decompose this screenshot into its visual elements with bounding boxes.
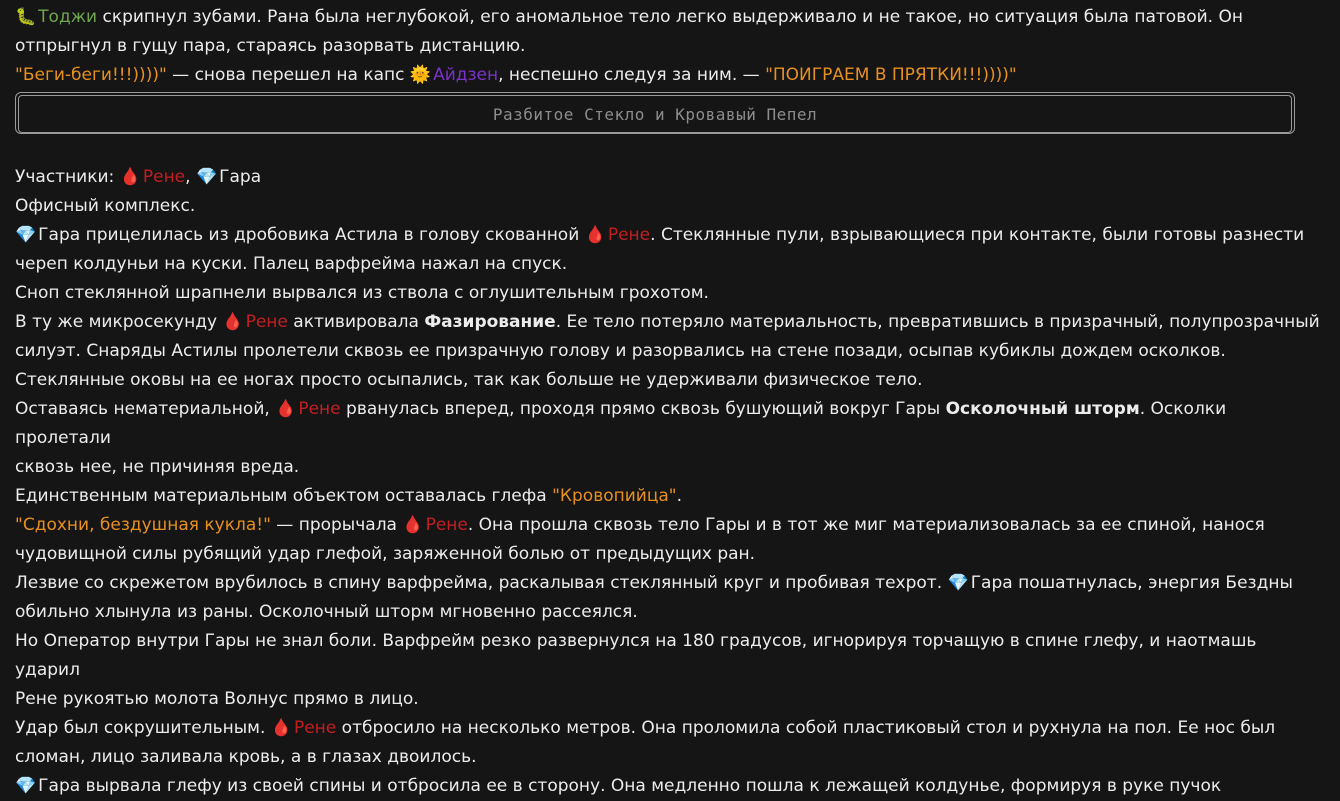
message-line: 💎 Гара прицелилась из дробовика Астила в … <box>15 221 1326 250</box>
scene-title: Разбитое Стекло и Кровавый Пепел <box>18 95 1292 133</box>
message-text: — прорычала <box>270 515 403 535</box>
character-name-gara[interactable]: Гара <box>38 225 80 245</box>
message-line: Офисный комплекс. <box>15 192 1326 221</box>
message-text: сквозь нее, не причиняя вреда. <box>15 457 300 477</box>
message-line: Лезвие со скрежетом врубилось в спину ва… <box>15 569 1326 598</box>
chat-log: 🐛 Тоджи скрипнул зубами. Рана была неглуб… <box>0 0 1340 801</box>
character-name-rene[interactable]: Рене <box>298 399 340 419</box>
message-text: Рене рукоятью молота Волнус прямо в лицо… <box>15 689 419 709</box>
message-line: отпрыгнул в гущу пара, стараясь разорват… <box>15 32 1326 61</box>
message-text: силуэт. Снаряды Астилы пролетели сквозь … <box>15 341 1226 361</box>
message-text: рванулась вперед, проходя прямо сквозь б… <box>340 399 946 419</box>
location-text: Офисный комплекс. <box>15 196 196 216</box>
message-line: сломан, лицо заливала кровь, а в глазах … <box>15 743 1326 772</box>
blood-drop-icon: 🩸 <box>119 167 141 187</box>
blood-drop-icon: 🩸 <box>222 312 244 332</box>
quote-text: "ПОИГРАЕМ В ПРЯТКИ!!!))))" <box>765 65 1017 85</box>
caterpillar-icon: 🐛 <box>15 7 37 27</box>
message-text: . <box>676 486 683 506</box>
message-line: 🐛 Тоджи скрипнул зубами. Рана была неглуб… <box>15 3 1326 32</box>
quote-text: "Кровопийца" <box>552 486 677 506</box>
character-name-rene[interactable]: Рене <box>246 312 288 332</box>
message-line: Участники: 🩸 Рене, 💎 Гара <box>15 163 1326 192</box>
message-text: Сноп стеклянной шрапнели вырвался из ств… <box>15 283 709 303</box>
message-text: прицелилась из дробовика Астила в голову… <box>80 225 585 245</box>
message-text: обильно хлынула из раны. Осколочный штор… <box>15 602 638 622</box>
character-name-rene[interactable]: Рене <box>426 515 468 535</box>
message-line: Единственным материальным объектом остав… <box>15 482 1326 511</box>
message-text: — снова перешел на капс <box>166 65 410 85</box>
gem-icon: 💎 <box>15 776 37 796</box>
message-text: чудовищной силы рубящий удар глефой, зар… <box>15 544 756 564</box>
message-text: пошатнулась, энергия Бездны <box>1012 573 1293 593</box>
message-text: Стеклянные оковы на ее ногах просто осып… <box>15 370 923 390</box>
message-line: череп колдуньи на куски. Палец варфрейма… <box>15 250 1326 279</box>
character-name-gara[interactable]: Гара <box>38 776 80 796</box>
message-text: . Она прошла сквозь тело Гары и в тот же… <box>467 515 1265 535</box>
message-text: . Ее тело потеряло материальность, превр… <box>555 312 1320 332</box>
message-text: скрипнул зубами. Рана была неглубокой, е… <box>97 7 1243 27</box>
character-name-rene[interactable]: Рене <box>294 718 336 738</box>
message-line: Удар был сокрушительным. 🩸 Рене отбросило… <box>15 714 1326 743</box>
message-text: вырвала глефу из своей спины и отбросила… <box>80 776 1222 796</box>
blood-drop-icon: 🩸 <box>402 515 424 535</box>
separator-comma: , <box>185 167 196 187</box>
scene-separator: Разбитое Стекло и Кровавый Пепел <box>15 92 1295 134</box>
message-text: Удар был сокрушительным. <box>15 718 271 738</box>
quote-text: "Сдохни, бездушная кукла!" <box>15 515 271 535</box>
blood-drop-icon: 🩸 <box>275 399 297 419</box>
sun-icon: 🌞 <box>409 65 432 85</box>
ability-name: Осколочный шторм <box>945 399 1140 419</box>
gem-icon: 💎 <box>15 225 37 245</box>
character-name-toji[interactable]: Тоджи <box>38 7 97 27</box>
character-name-gara[interactable]: Гара <box>971 573 1013 593</box>
message-line: В ту же микросекунду 🩸 Рене активировала … <box>15 308 1326 337</box>
ability-name: Фазирование <box>424 312 556 332</box>
message-line: чудовищной силы рубящий удар глефой, зар… <box>15 540 1326 569</box>
blood-drop-icon: 🩸 <box>270 718 292 738</box>
message-line: Но Оператор внутри Гары не знал боли. Ва… <box>15 627 1326 685</box>
character-name-rene[interactable]: Рене <box>143 167 185 187</box>
message-text: . Стеклянные пули, взрывающиеся при конт… <box>650 225 1305 245</box>
message-text: сломан, лицо заливала кровь, а в глазах … <box>15 747 477 767</box>
message-text: Лезвие со скрежетом врубилось в спину ва… <box>15 573 948 593</box>
message-text: активировала <box>287 312 425 332</box>
blood-drop-icon: 🩸 <box>584 225 606 245</box>
gem-icon: 💎 <box>947 573 969 593</box>
gem-icon: 💎 <box>195 167 218 187</box>
message-text: отбросило на несколько метров. Она проло… <box>336 718 1276 738</box>
message-text: отпрыгнул в гущу пара, стараясь разорват… <box>15 36 526 56</box>
message-line: "Беги-беги!!!))))" — снова перешел на ка… <box>15 61 1326 90</box>
message-line: Сноп стеклянной шрапнели вырвался из ств… <box>15 279 1326 308</box>
message-line: Оставаясь нематериальной, 🩸 Рене рванулас… <box>15 395 1326 453</box>
character-name-aiden[interactable]: Айдзен <box>433 65 498 85</box>
message-line: силуэт. Снаряды Астилы пролетели сквозь … <box>15 337 1326 366</box>
quote-text: "Беги-беги!!!))))" <box>15 65 167 85</box>
message-line: сквозь нее, не причиняя вреда. <box>15 453 1326 482</box>
message-line: "Сдохни, бездушная кукла!" — прорычала 🩸… <box>15 511 1326 540</box>
message-text: В ту же микросекунду <box>15 312 223 332</box>
character-name-gara[interactable]: Гара <box>219 167 261 187</box>
message-text: , неспешно следуя за ним. — <box>498 65 766 85</box>
message-line: обильно хлынула из раны. Осколочный штор… <box>15 598 1326 627</box>
message-text: Оставаясь нематериальной, <box>15 399 276 419</box>
message-line: Рене рукоятью молота Волнус прямо в лицо… <box>15 685 1326 714</box>
message-line: Стеклянные оковы на ее ногах просто осып… <box>15 366 1326 395</box>
message-text: Но Оператор внутри Гары не знал боли. Ва… <box>15 631 1257 680</box>
message-text: Единственным материальным объектом остав… <box>15 486 553 506</box>
message-line: 💎 Гара вырвала глефу из своей спины и отб… <box>15 772 1326 801</box>
participants-label: Участники: <box>15 167 120 187</box>
message-text: череп колдуньи на куски. Палец варфрейма… <box>15 254 568 274</box>
character-name-rene[interactable]: Рене <box>608 225 650 245</box>
